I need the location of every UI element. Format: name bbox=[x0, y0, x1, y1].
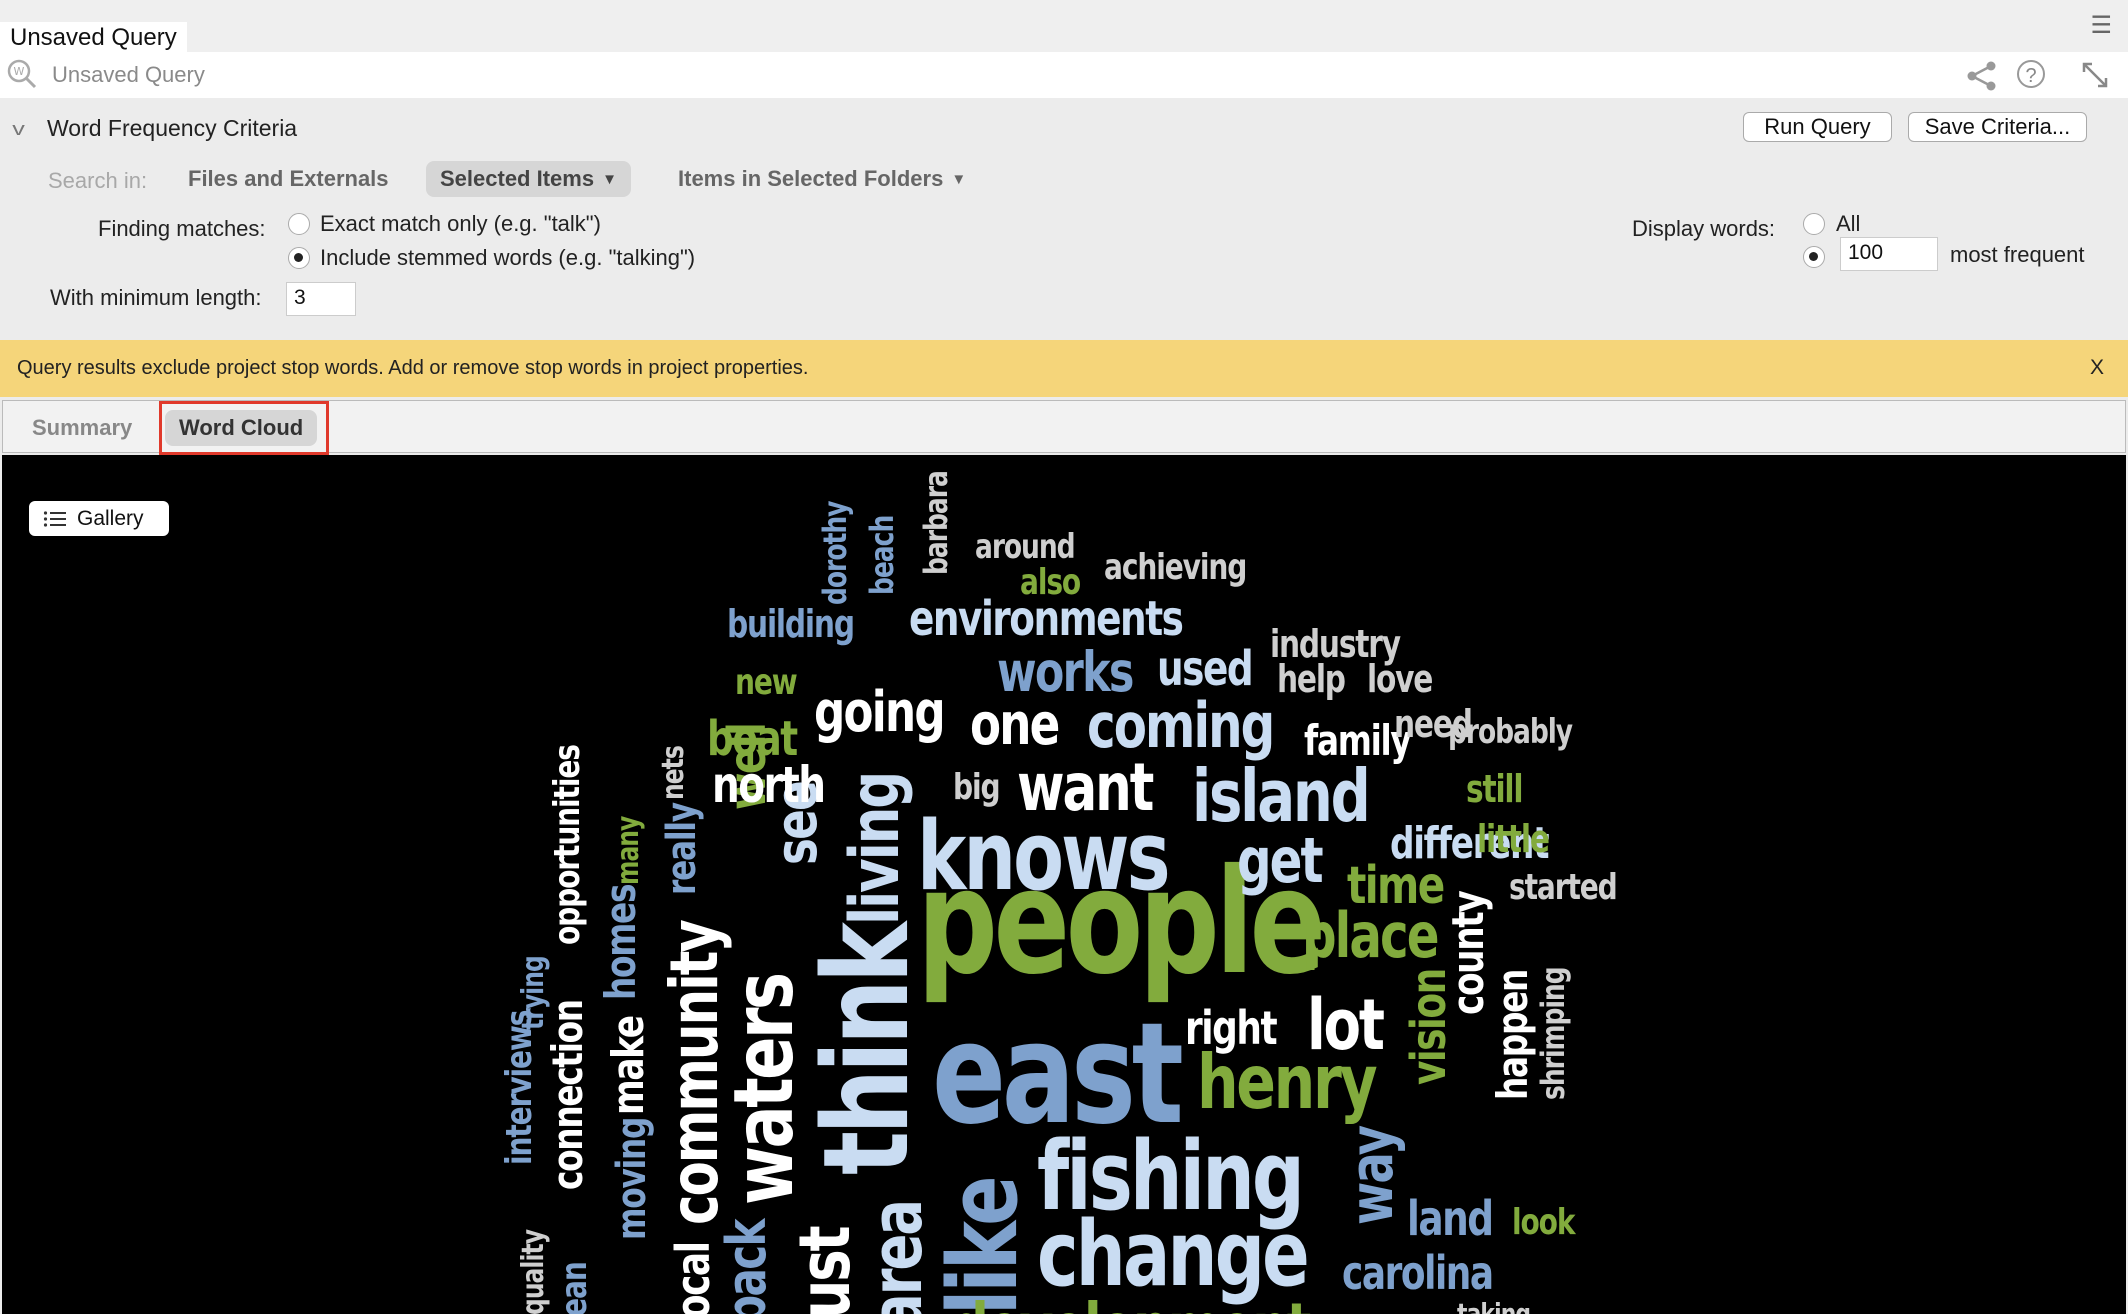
word-cloud-word[interactable]: happen bbox=[1488, 970, 1537, 1100]
banner-close-button[interactable]: X bbox=[2090, 354, 2104, 382]
word-cloud-word[interactable]: county bbox=[1443, 892, 1494, 1015]
word-cloud-word[interactable]: many bbox=[611, 817, 646, 885]
word-cloud-word[interactable]: one bbox=[970, 695, 1060, 753]
word-cloud-word[interactable]: love bbox=[1367, 660, 1433, 698]
word-cloud-word[interactable]: around bbox=[975, 530, 1076, 564]
word-cloud-word[interactable]: really bbox=[659, 803, 705, 895]
word-cloud-word[interactable]: probably bbox=[1448, 715, 1573, 749]
word-cloud-word[interactable]: new bbox=[735, 665, 798, 701]
minimum-length-label: With minimum length: bbox=[50, 285, 262, 310]
word-cloud-word[interactable]: get bbox=[1237, 830, 1324, 892]
run-query-button[interactable]: Run Query bbox=[1743, 112, 1892, 142]
word-cloud-word[interactable]: area bbox=[856, 1201, 938, 1314]
word-cloud-word[interactable]: achieving bbox=[1104, 550, 1247, 586]
word-cloud-word[interactable]: interviews bbox=[499, 1011, 540, 1165]
title-bar bbox=[0, 0, 2128, 52]
word-cloud-word[interactable]: trying bbox=[516, 956, 551, 1030]
stemmed-words-label: Include stemmed words (e.g. "talking") bbox=[320, 245, 696, 270]
word-cloud-word[interactable]: change bbox=[1037, 1210, 1310, 1300]
criteria-panel: v Word Frequency Criteria Run Query Save… bbox=[0, 98, 2128, 340]
top-count-input[interactable]: 100 bbox=[1840, 237, 1938, 271]
display-words-label: Display words: bbox=[1632, 216, 1776, 241]
display-all-label: All bbox=[1836, 211, 1861, 236]
svg-text:W: W bbox=[14, 65, 25, 78]
word-cloud-word[interactable]: still bbox=[1466, 770, 1524, 808]
word-cloud-word[interactable]: think bbox=[797, 926, 935, 1175]
word-cloud-word[interactable]: homes bbox=[596, 885, 645, 1000]
dropdown-arrow-icon: ▼ bbox=[951, 171, 967, 188]
display-all-radio[interactable] bbox=[1803, 213, 1825, 235]
word-cloud-word[interactable]: development bbox=[952, 1295, 1311, 1314]
minimum-length-input[interactable]: 3 bbox=[286, 282, 356, 316]
most-frequent-label: most frequent bbox=[1950, 242, 2085, 267]
criteria-title: Word Frequency Criteria bbox=[47, 115, 298, 141]
word-cloud-word[interactable]: started bbox=[1509, 870, 1618, 906]
word-cloud-word[interactable]: land bbox=[1407, 1195, 1494, 1243]
banner-message: Query results exclude project stop words… bbox=[17, 357, 809, 379]
word-cloud-word[interactable]: make bbox=[603, 1016, 654, 1115]
tab-summary[interactable]: Summary bbox=[30, 410, 134, 446]
word-cloud-word[interactable]: little bbox=[1477, 820, 1550, 858]
word-cloud-word[interactable]: also bbox=[1020, 565, 1081, 601]
word-cloud-word[interactable]: local bbox=[666, 1242, 720, 1314]
word-cloud-word[interactable]: nets bbox=[656, 746, 691, 800]
list-icon bbox=[43, 511, 66, 527]
word-cloud-word[interactable]: look bbox=[1512, 1205, 1576, 1241]
word-cloud-word[interactable]: moving bbox=[609, 1118, 655, 1240]
word-cloud-word[interactable]: dorothy bbox=[816, 502, 854, 605]
scope-items-in-selected-folders[interactable]: Items in Selected Folders ▼ bbox=[664, 161, 980, 197]
word-cloud-word[interactable]: going bbox=[814, 685, 946, 741]
word-cloud-word[interactable]: way bbox=[1337, 1127, 1407, 1225]
dropdown-arrow-icon: ▼ bbox=[602, 171, 617, 188]
word-cloud-word[interactable]: taking bbox=[1457, 1300, 1531, 1314]
search-in-label: Search in: bbox=[48, 168, 148, 193]
word-cloud-word[interactable]: right bbox=[1185, 1005, 1278, 1051]
display-top-radio[interactable] bbox=[1803, 246, 1825, 268]
word-cloud-word[interactable]: big bbox=[953, 770, 1001, 806]
finding-matches-label: Finding matches: bbox=[98, 216, 266, 241]
word-cloud-word[interactable]: waters bbox=[717, 975, 812, 1205]
word-query-icon: W bbox=[7, 59, 37, 89]
word-cloud-word[interactable]: back bbox=[715, 1220, 778, 1314]
word-cloud-word[interactable]: beach bbox=[863, 516, 901, 595]
gallery-label: Gallery bbox=[77, 507, 144, 530]
word-cloud-word[interactable]: island bbox=[1192, 760, 1371, 832]
gallery-button[interactable]: Gallery bbox=[29, 501, 169, 536]
word-cloud-word[interactable]: want bbox=[1017, 755, 1154, 821]
chevron-down-icon[interactable]: v bbox=[12, 120, 25, 138]
word-cloud-word[interactable]: opportunities bbox=[547, 745, 588, 945]
scope-selected-items[interactable]: Selected Items ▼ bbox=[426, 161, 631, 197]
document-title: Unsaved Query bbox=[0, 22, 187, 52]
word-cloud-word[interactable]: boat bbox=[707, 715, 798, 763]
exact-match-label: Exact match only (e.g. "talk") bbox=[320, 211, 601, 236]
word-cloud-word[interactable]: north bbox=[712, 760, 826, 810]
help-icon[interactable]: ? bbox=[2017, 60, 2045, 88]
stemmed-words-radio[interactable] bbox=[288, 247, 310, 269]
word-cloud-word[interactable]: coming bbox=[1087, 695, 1275, 757]
word-cloud-word[interactable]: lot bbox=[1307, 990, 1385, 1060]
query-name-field[interactable]: Unsaved Query bbox=[52, 60, 205, 90]
scope-files-and-externals[interactable]: Files and Externals bbox=[174, 161, 403, 197]
word-cloud-word[interactable]: building bbox=[727, 605, 855, 643]
word-cloud-word[interactable]: shrimping bbox=[1534, 967, 1572, 1100]
word-cloud-word[interactable]: quality bbox=[516, 1230, 551, 1314]
query-bar: W Unsaved Query ? bbox=[0, 52, 2128, 99]
word-cloud-word[interactable]: living bbox=[836, 773, 915, 925]
word-cloud-word[interactable]: help bbox=[1277, 660, 1346, 698]
word-cloud-word[interactable]: barbara bbox=[917, 471, 955, 575]
word-cloud-word[interactable]: community bbox=[656, 921, 733, 1225]
tab-highlight-box bbox=[159, 401, 329, 455]
hamburger-menu-icon[interactable]: ☰ bbox=[2090, 14, 2112, 38]
expand-icon[interactable] bbox=[2080, 60, 2110, 90]
word-cloud-word[interactable]: connection bbox=[543, 1000, 592, 1190]
word-cloud-word[interactable]: just bbox=[784, 1228, 866, 1314]
word-cloud-canvas: Gallery people east knows think fishing chang… bbox=[2, 455, 2126, 1314]
exact-match-radio[interactable] bbox=[288, 213, 310, 235]
share-icon[interactable] bbox=[1964, 60, 2000, 92]
word-cloud-word[interactable]: carolina bbox=[1342, 1250, 1494, 1296]
save-criteria-button[interactable]: Save Criteria... bbox=[1908, 112, 2087, 142]
word-cloud-word[interactable]: mean bbox=[554, 1262, 595, 1314]
stop-words-banner: Query results exclude project stop words… bbox=[0, 340, 2128, 397]
word-cloud-word[interactable]: used bbox=[1157, 645, 1254, 693]
